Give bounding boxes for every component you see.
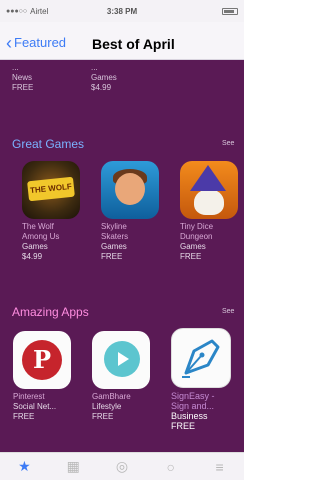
top-row: ... News FREE ... Games $4.99 [12,60,244,104]
wizard-game-icon [180,161,238,219]
pinterest-icon: P [13,331,71,389]
back-label: Featured [14,35,67,50]
app-item[interactable]: THE WOLF The Wolf Among Us Games $4.99 [22,161,84,262]
app-price: FREE [13,412,35,421]
app-name: ... [12,63,19,72]
app-price: FREE [92,412,114,421]
amazing-apps-title: Amazing Apps [12,305,89,319]
compass-icon[interactable]: ◎ [111,457,133,477]
app-price: $4.99 [22,252,43,261]
content-area: ... News FREE ... Games $4.99 Great Game… [0,60,244,452]
app-category: Games [91,73,117,82]
star-icon[interactable]: ★ [13,457,35,477]
app-category: Business [171,411,208,421]
list-icon[interactable]: ≡ [209,457,231,477]
grid-icon[interactable]: ▦ [62,457,84,477]
fountain-pen-icon [171,328,231,388]
app-price: FREE [171,421,196,431]
app-name-2: Skaters [101,232,129,241]
great-games-see-all[interactable]: See [222,140,234,147]
app-item[interactable]: Skyline Skaters Games FREE [101,161,163,262]
app-category: News [12,73,33,82]
great-games-title: Great Games [12,137,85,151]
app-name: Pinterest [13,392,45,401]
app-category: Lifestyle [92,402,122,411]
app-name-2: Among Us [22,232,60,241]
app-price: FREE [180,252,202,261]
top-row-item[interactable]: ... Games $4.99 [91,63,117,93]
nav-bar: ‹ Featured Best of April [0,22,244,60]
top-row-item[interactable]: ... News FREE [12,63,33,93]
status-time: 3:38 PM [106,7,138,16]
search-icon[interactable]: ○ [160,457,182,477]
app-name: The Wolf [22,222,54,231]
battery-icon [222,8,238,15]
app-category: Games [180,242,206,251]
app-name-2: Dungeon [180,232,213,241]
amazing-apps-see-all[interactable]: See [222,308,234,315]
app-name: SignEasy - [171,391,215,401]
app-item[interactable]: SignEasy - Sign and... Business FREE [171,328,237,431]
back-button[interactable]: ‹ Featured [6,32,67,53]
app-name: GamBhare [92,392,131,401]
app-name: Skyline [101,222,127,231]
app-item[interactable]: Tiny Dice Dungeon Games FREE [180,161,242,262]
app-name: ... [91,63,98,72]
app-price: $4.99 [91,83,112,92]
chevron-left-icon: ‹ [6,32,12,53]
app-price: FREE [101,252,123,261]
app-price: FREE [12,83,34,92]
app-category: Games [22,242,48,251]
skater-game-icon [101,161,159,219]
tab-bar: ★ ▦ ◎ ○ ≡ [0,452,244,480]
app-category: Games [101,242,127,251]
app-name: Tiny Dice [180,222,214,231]
app-name-2: Sign and... [171,401,215,411]
status-bar: ●●●○○ Airtel 3:38 PM [0,0,244,22]
wolf-game-icon: THE WOLF [22,161,80,219]
page-title: Best of April [92,36,175,52]
app-category: Social Net... [13,402,57,411]
app-item[interactable]: GamBhare Lifestyle FREE [92,331,154,422]
play-bubble-icon [92,331,150,389]
app-item[interactable]: P Pinterest Social Net... FREE [13,331,75,422]
